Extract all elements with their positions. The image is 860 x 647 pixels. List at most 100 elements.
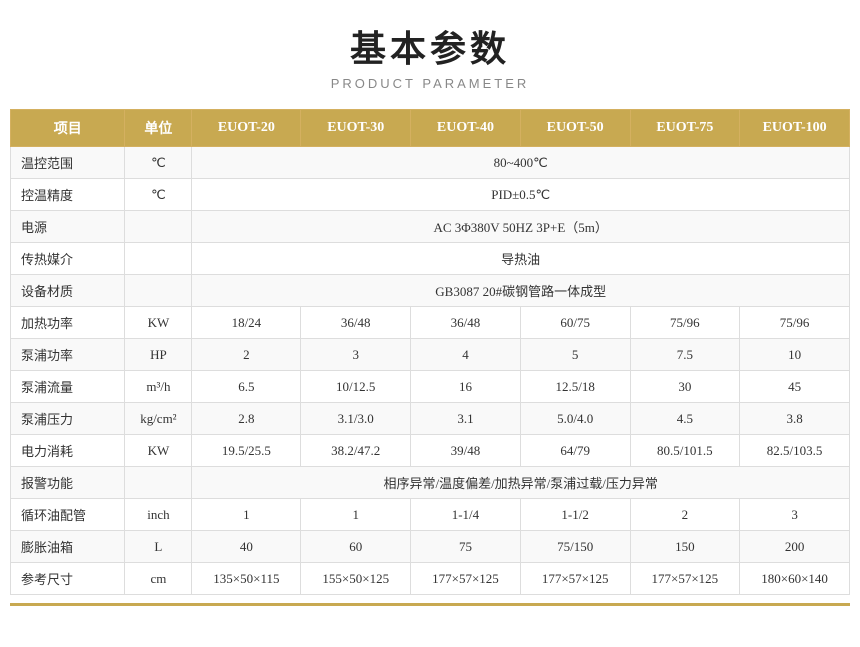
table-header-cell-0: 项目: [11, 110, 125, 147]
table-row: 温控范围℃80~400℃: [11, 147, 850, 179]
row-label: 电力消耗: [11, 435, 125, 467]
table-header-cell-4: EUOT-40: [411, 110, 521, 147]
table-row: 控温精度℃PID±0.5℃: [11, 179, 850, 211]
page-title: 基本参数: [350, 20, 510, 72]
row-value-1: 36/48: [301, 307, 411, 339]
row-value-2: 3.1: [411, 403, 521, 435]
table-row: 电力消耗KW19.5/25.538.2/47.239/4864/7980.5/1…: [11, 435, 850, 467]
row-label: 泵浦功率: [11, 339, 125, 371]
row-value-5: 45: [740, 371, 850, 403]
row-label: 参考尺寸: [11, 563, 125, 595]
row-value-0: 19.5/25.5: [192, 435, 301, 467]
row-value-2: 1-1/4: [411, 499, 521, 531]
row-span-value: 80~400℃: [192, 147, 850, 179]
table-header-cell-5: EUOT-50: [520, 110, 630, 147]
row-value-0: 2.8: [192, 403, 301, 435]
row-value-0: 135×50×115: [192, 563, 301, 595]
row-value-5: 3: [740, 499, 850, 531]
row-unit: L: [125, 531, 192, 563]
table-row: 电源 AC 3Φ380V 50HZ 3P+E（5m）: [11, 211, 850, 243]
row-label: 温控范围: [11, 147, 125, 179]
row-label: 泵浦压力: [11, 403, 125, 435]
row-unit: HP: [125, 339, 192, 371]
row-value-0: 1: [192, 499, 301, 531]
row-value-3: 60/75: [520, 307, 630, 339]
row-unit: [125, 467, 192, 499]
table-body: 温控范围℃80~400℃控温精度℃PID±0.5℃电源AC 3Φ380V 50H…: [11, 147, 850, 595]
row-value-2: 36/48: [411, 307, 521, 339]
row-value-1: 155×50×125: [301, 563, 411, 595]
row-value-4: 75/96: [630, 307, 740, 339]
row-unit: ℃: [125, 147, 192, 179]
row-value-1: 1: [301, 499, 411, 531]
row-value-3: 5: [520, 339, 630, 371]
table-header-cell-2: EUOT-20: [192, 110, 301, 147]
row-label: 加热功率: [11, 307, 125, 339]
row-value-5: 75/96: [740, 307, 850, 339]
table-header-cell-3: EUOT-30: [301, 110, 411, 147]
bottom-decorative-line: [10, 603, 850, 606]
row-value-1: 3: [301, 339, 411, 371]
row-value-2: 75: [411, 531, 521, 563]
row-value-5: 82.5/103.5: [740, 435, 850, 467]
row-label: 设备材质: [11, 275, 125, 307]
row-value-3: 75/150: [520, 531, 630, 563]
table-row: 泵浦压力kg/cm²2.83.1/3.03.15.0/4.04.53.8: [11, 403, 850, 435]
row-value-3: 5.0/4.0: [520, 403, 630, 435]
row-label: 电源: [11, 211, 125, 243]
row-unit: KW: [125, 435, 192, 467]
table-row: 参考尺寸cm135×50×115155×50×125177×57×125177×…: [11, 563, 850, 595]
parameter-table: 项目单位EUOT-20EUOT-30EUOT-40EUOT-50EUOT-75E…: [10, 109, 850, 595]
row-value-1: 3.1/3.0: [301, 403, 411, 435]
row-value-5: 10: [740, 339, 850, 371]
table-row: 设备材质 GB3087 20#碳钢管路一体成型: [11, 275, 850, 307]
row-span-value: GB3087 20#碳钢管路一体成型: [192, 275, 850, 307]
table-row: 报警功能 相序异常/温度偏差/加热异常/泵浦过载/压力异常: [11, 467, 850, 499]
row-label: 传热媒介: [11, 243, 125, 275]
row-value-1: 60: [301, 531, 411, 563]
row-unit: inch: [125, 499, 192, 531]
table-row: 膨胀油箱L40607575/150150200: [11, 531, 850, 563]
table-row: 加热功率KW18/2436/4836/4860/7575/9675/96: [11, 307, 850, 339]
row-value-4: 30: [630, 371, 740, 403]
row-value-1: 10/12.5: [301, 371, 411, 403]
row-value-2: 16: [411, 371, 521, 403]
row-span-value: 导热油: [192, 243, 850, 275]
table-row: 循环油配管inch111-1/41-1/223: [11, 499, 850, 531]
row-value-0: 40: [192, 531, 301, 563]
row-value-2: 4: [411, 339, 521, 371]
row-value-5: 180×60×140: [740, 563, 850, 595]
row-value-4: 150: [630, 531, 740, 563]
row-label: 膨胀油箱: [11, 531, 125, 563]
table-row: 泵浦流量m³/h6.510/12.51612.5/183045: [11, 371, 850, 403]
row-value-2: 39/48: [411, 435, 521, 467]
row-value-4: 80.5/101.5: [630, 435, 740, 467]
row-unit: ℃: [125, 179, 192, 211]
table-header-row: 项目单位EUOT-20EUOT-30EUOT-40EUOT-50EUOT-75E…: [11, 110, 850, 147]
table-header-cell-1: 单位: [125, 110, 192, 147]
row-value-0: 18/24: [192, 307, 301, 339]
row-unit: [125, 275, 192, 307]
table-header-cell-6: EUOT-75: [630, 110, 740, 147]
row-label: 控温精度: [11, 179, 125, 211]
row-label: 报警功能: [11, 467, 125, 499]
row-label: 泵浦流量: [11, 371, 125, 403]
row-value-1: 38.2/47.2: [301, 435, 411, 467]
row-value-5: 200: [740, 531, 850, 563]
row-value-4: 177×57×125: [630, 563, 740, 595]
row-span-value: PID±0.5℃: [192, 179, 850, 211]
row-value-5: 3.8: [740, 403, 850, 435]
table-row: 传热媒介 导热油: [11, 243, 850, 275]
row-unit: [125, 211, 192, 243]
row-value-0: 6.5: [192, 371, 301, 403]
row-value-3: 1-1/2: [520, 499, 630, 531]
row-value-3: 64/79: [520, 435, 630, 467]
row-span-value: AC 3Φ380V 50HZ 3P+E（5m）: [192, 211, 850, 243]
row-value-4: 7.5: [630, 339, 740, 371]
row-span-value: 相序异常/温度偏差/加热异常/泵浦过载/压力异常: [192, 467, 850, 499]
row-unit: KW: [125, 307, 192, 339]
table-row: 泵浦功率HP23457.510: [11, 339, 850, 371]
row-unit: [125, 243, 192, 275]
row-unit: m³/h: [125, 371, 192, 403]
row-value-0: 2: [192, 339, 301, 371]
